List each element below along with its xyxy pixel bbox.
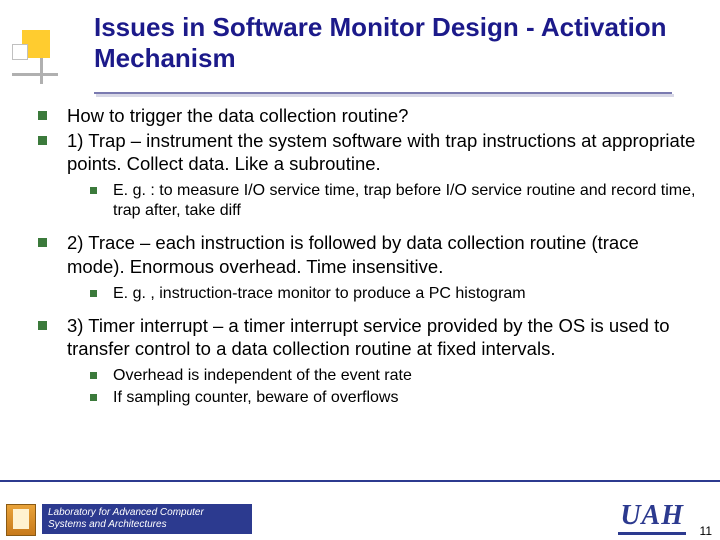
- lab-name-line1: Laboratory for Advanced Computer: [48, 507, 204, 518]
- bullet-square-icon: [38, 136, 47, 145]
- bullet-text: 1) Trap – instrument the system software…: [67, 129, 696, 175]
- slide-footer: Laboratory for Advanced Computer Systems…: [0, 480, 720, 540]
- sub-bullet-group: Overhead is independent of the event rat…: [90, 366, 696, 408]
- bullet-text: E. g. , instruction-trace monitor to pro…: [113, 284, 696, 304]
- bullet-square-icon: [90, 187, 97, 194]
- bullet-level2: E. g. , instruction-trace monitor to pro…: [90, 284, 696, 304]
- bullet-level1: How to trigger the data collection routi…: [38, 104, 696, 127]
- bullet-level2: Overhead is independent of the event rat…: [90, 366, 696, 386]
- title-block: Issues in Software Monitor Design - Acti…: [94, 12, 690, 74]
- bullet-level1: 2) Trace – each instruction is followed …: [38, 231, 696, 277]
- bullet-text: If sampling counter, beware of overflows: [113, 388, 696, 408]
- bullet-text: E. g. : to measure I/O service time, tra…: [113, 181, 696, 221]
- bullet-text: Overhead is independent of the event rat…: [113, 366, 696, 386]
- corner-decoration: [12, 30, 72, 90]
- bullet-square-icon: [38, 321, 47, 330]
- bullet-square-icon: [90, 372, 97, 379]
- bullet-text: How to trigger the data collection routi…: [67, 104, 696, 127]
- page-number: 11: [700, 524, 712, 538]
- lab-name-box: Laboratory for Advanced Computer Systems…: [42, 504, 252, 534]
- bullet-level1: 1) Trap – instrument the system software…: [38, 129, 696, 175]
- bullet-level1: 3) Timer interrupt – a timer interrupt s…: [38, 314, 696, 360]
- slide: Issues in Software Monitor Design - Acti…: [0, 0, 720, 540]
- bullet-level2: If sampling counter, beware of overflows: [90, 388, 696, 408]
- sub-bullet-group: E. g. , instruction-trace monitor to pro…: [90, 284, 696, 304]
- uah-logo: UAH: [620, 500, 684, 532]
- sub-bullet-group: E. g. : to measure I/O service time, tra…: [90, 181, 696, 221]
- bullet-square-icon: [38, 111, 47, 120]
- title-underline-shadow: [96, 94, 674, 97]
- bullet-square-icon: [90, 290, 97, 297]
- slide-title: Issues in Software Monitor Design - Acti…: [94, 12, 690, 74]
- bullet-square-icon: [38, 238, 47, 247]
- bullet-text: 2) Trace – each instruction is followed …: [67, 231, 696, 277]
- deco-square-white: [12, 44, 28, 60]
- lab-logo-icon: [6, 504, 36, 536]
- bullet-text: 3) Timer interrupt – a timer interrupt s…: [67, 314, 696, 360]
- slide-body: How to trigger the data collection routi…: [38, 104, 696, 466]
- lab-name-line2: Systems and Architectures: [48, 519, 167, 530]
- bullet-level2: E. g. : to measure I/O service time, tra…: [90, 181, 696, 221]
- deco-line-horizontal: [12, 73, 58, 76]
- bullet-square-icon: [90, 394, 97, 401]
